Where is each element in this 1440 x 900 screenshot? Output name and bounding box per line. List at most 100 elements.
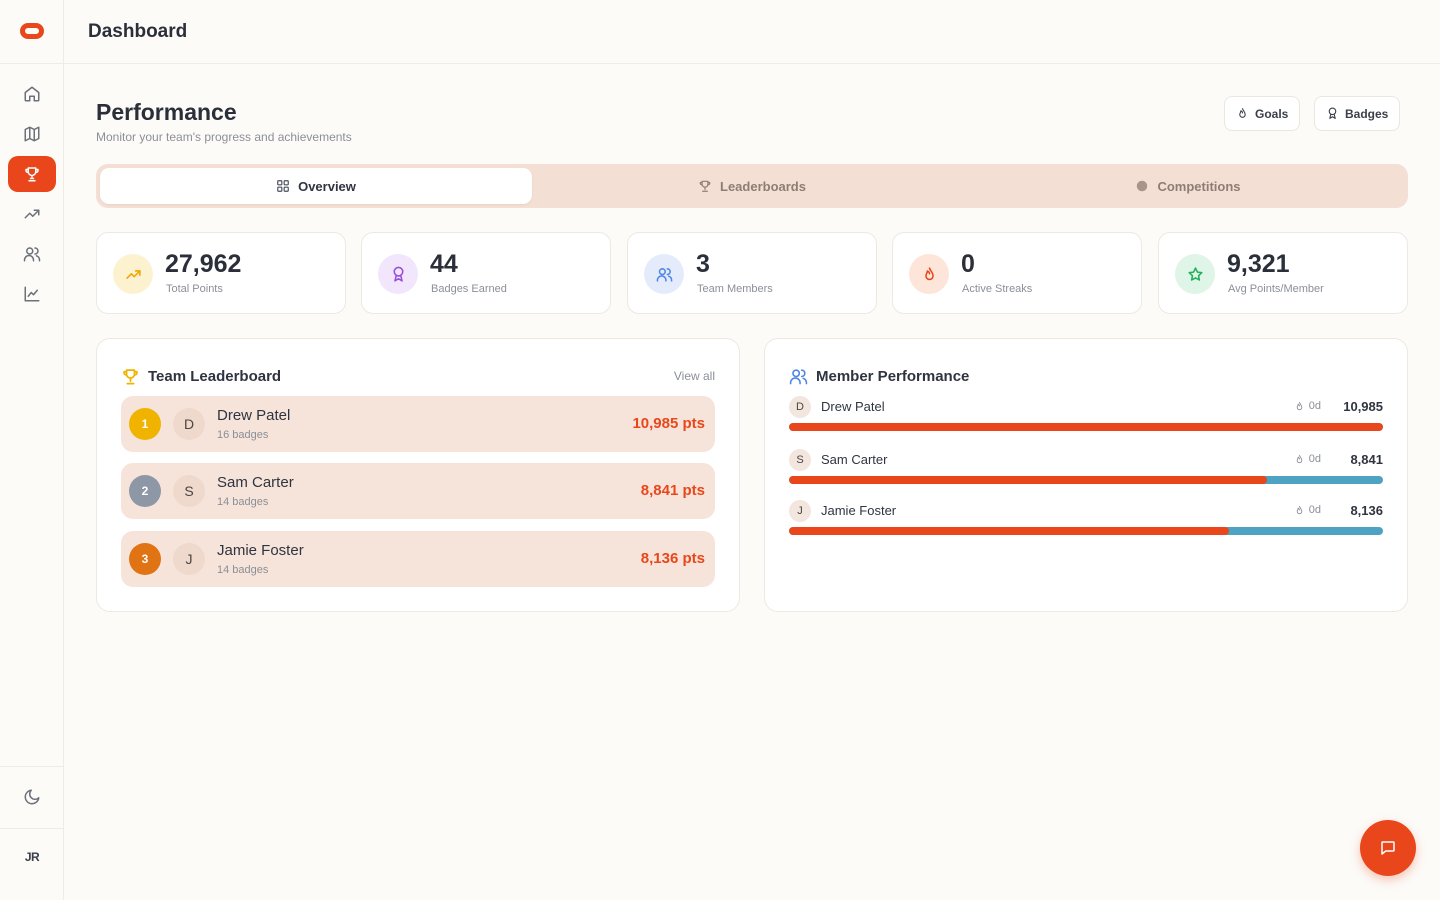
member-performance-row: D Drew Patel 0d 10,985 [789, 396, 1383, 436]
trending-up-icon [113, 254, 153, 294]
badge-count: 16 badges [217, 429, 269, 441]
trophy-icon [25, 167, 39, 182]
flame-icon [1296, 401, 1302, 410]
stat-card-team-members: 3 Team Members [627, 232, 877, 314]
tab-label: Leaderboards [720, 178, 806, 194]
tab-competitions[interactable]: Competitions [972, 168, 1404, 204]
member-name: Jamie Foster [217, 542, 304, 559]
panel-title-text: Team Leaderboard [148, 368, 282, 385]
streak: 0d [1294, 400, 1321, 412]
progress-fill [789, 527, 1230, 535]
stat-card-total-points: 27,962 Total Points [96, 232, 346, 314]
sidebar-item-performance[interactable] [8, 156, 56, 192]
chart-icon [24, 286, 40, 302]
member-performance-row: J Jamie Foster 0d 8,136 [789, 500, 1383, 540]
stat-card-avg-points: 9,321 Avg Points/Member [1158, 232, 1408, 314]
progress-bar [789, 476, 1383, 484]
top-bar: Dashboard [64, 0, 1440, 64]
tab-overview[interactable]: Overview [100, 168, 532, 204]
header-title: Dashboard [88, 21, 188, 42]
sidebar-item-trends[interactable] [8, 196, 56, 232]
stat-card-active-streaks: 0 Active Streaks [892, 232, 1142, 314]
badges-button-label: Badges [1345, 106, 1389, 121]
home-icon [24, 86, 40, 102]
member-points: 8,841 [1350, 452, 1383, 467]
member-points: 8,841 pts [640, 482, 705, 499]
avatar: J [789, 500, 811, 522]
flame-icon [1239, 108, 1246, 118]
stat-label: Total Points [166, 283, 223, 295]
member-name: Sam Carter [821, 452, 888, 467]
sidebar-item-map[interactable] [8, 116, 56, 152]
member-points: 8,136 [1350, 503, 1383, 518]
app-logo[interactable] [18, 20, 46, 42]
leaderboard-row[interactable]: 3 J Jamie Foster 14 badges 8,136 pts [121, 531, 715, 587]
trophy-icon [123, 369, 138, 385]
flame-icon [909, 254, 949, 294]
tab-bar: Overview Leaderboards Competitions [96, 164, 1408, 208]
streak-days: 0d [1308, 453, 1321, 465]
view-all-link[interactable]: View all [674, 369, 715, 383]
chat-button[interactable] [1360, 820, 1416, 876]
stat-label: Badges Earned [431, 283, 507, 295]
trophy-icon [699, 180, 711, 192]
stat-value: 9,321 [1227, 250, 1290, 278]
goals-button[interactable]: Goals [1224, 96, 1301, 131]
badges-button[interactable]: Badges [1314, 96, 1401, 131]
rank-badge: 2 [129, 475, 161, 507]
stat-label: Avg Points/Member [1228, 283, 1324, 295]
rank-badge: 3 [129, 543, 161, 575]
member-points: 10,985 [1343, 399, 1383, 414]
streak: 0d [1294, 453, 1321, 465]
sidebar-item-home[interactable] [8, 76, 56, 112]
member-points: 8,136 pts [640, 550, 705, 567]
map-icon [24, 126, 40, 142]
member-points: 10,985 pts [632, 415, 705, 432]
stat-value: 3 [696, 250, 710, 278]
grid-icon [277, 180, 289, 192]
avatar: J [173, 543, 205, 575]
theme-toggle[interactable] [8, 779, 56, 815]
badge-count: 14 badges [217, 496, 269, 508]
sidebar-divider [0, 766, 64, 767]
message-icon [1381, 841, 1395, 855]
panel-title: Team Leaderboard [121, 367, 281, 386]
avatar: D [173, 408, 205, 440]
stat-value: 27,962 [165, 250, 242, 278]
progress-fill [789, 476, 1268, 484]
member-name: Sam Carter [217, 474, 294, 491]
leaderboard-row[interactable]: 2 S Sam Carter 14 badges 8,841 pts [121, 463, 715, 519]
progress-fill [789, 423, 1383, 431]
streak-days: 0d [1308, 504, 1321, 516]
user-avatar[interactable]: JR [0, 850, 64, 864]
trending-up-icon [24, 209, 40, 219]
member-performance-panel: Member Performance D Drew Patel 0d 10,98… [764, 338, 1408, 612]
stat-value: 0 [961, 250, 975, 278]
progress-bar [789, 423, 1383, 431]
badge-count: 14 badges [217, 564, 269, 576]
member-name: Drew Patel [217, 407, 291, 424]
users-icon [644, 254, 684, 294]
tab-leaderboards[interactable]: Leaderboards [536, 168, 968, 204]
sidebar-divider [0, 63, 64, 64]
moon-icon [24, 789, 40, 805]
award-icon [1328, 107, 1337, 119]
progress-bar [789, 527, 1383, 535]
member-name: Jamie Foster [821, 503, 897, 518]
sidebar-item-analytics[interactable] [8, 276, 56, 312]
tab-label: Overview [298, 178, 356, 194]
target-icon [1137, 180, 1148, 192]
users-icon [789, 369, 808, 385]
team-leaderboard-panel: Team Leaderboard View all 1 D Drew Patel… [96, 338, 740, 612]
sidebar-divider [0, 828, 64, 829]
sidebar-item-team[interactable] [8, 236, 56, 272]
rank-badge: 1 [129, 408, 161, 440]
streak-days: 0d [1308, 400, 1321, 412]
page-subtitle: Monitor your team's progress and achieve… [96, 130, 352, 144]
avatar: S [173, 475, 205, 507]
goals-button-label: Goals [1255, 106, 1289, 121]
sidebar: JR [0, 0, 64, 900]
panel-title: Member Performance [789, 367, 969, 386]
leaderboard-row[interactable]: 1 D Drew Patel 16 badges 10,985 pts [121, 396, 715, 452]
streak: 0d [1294, 504, 1321, 516]
